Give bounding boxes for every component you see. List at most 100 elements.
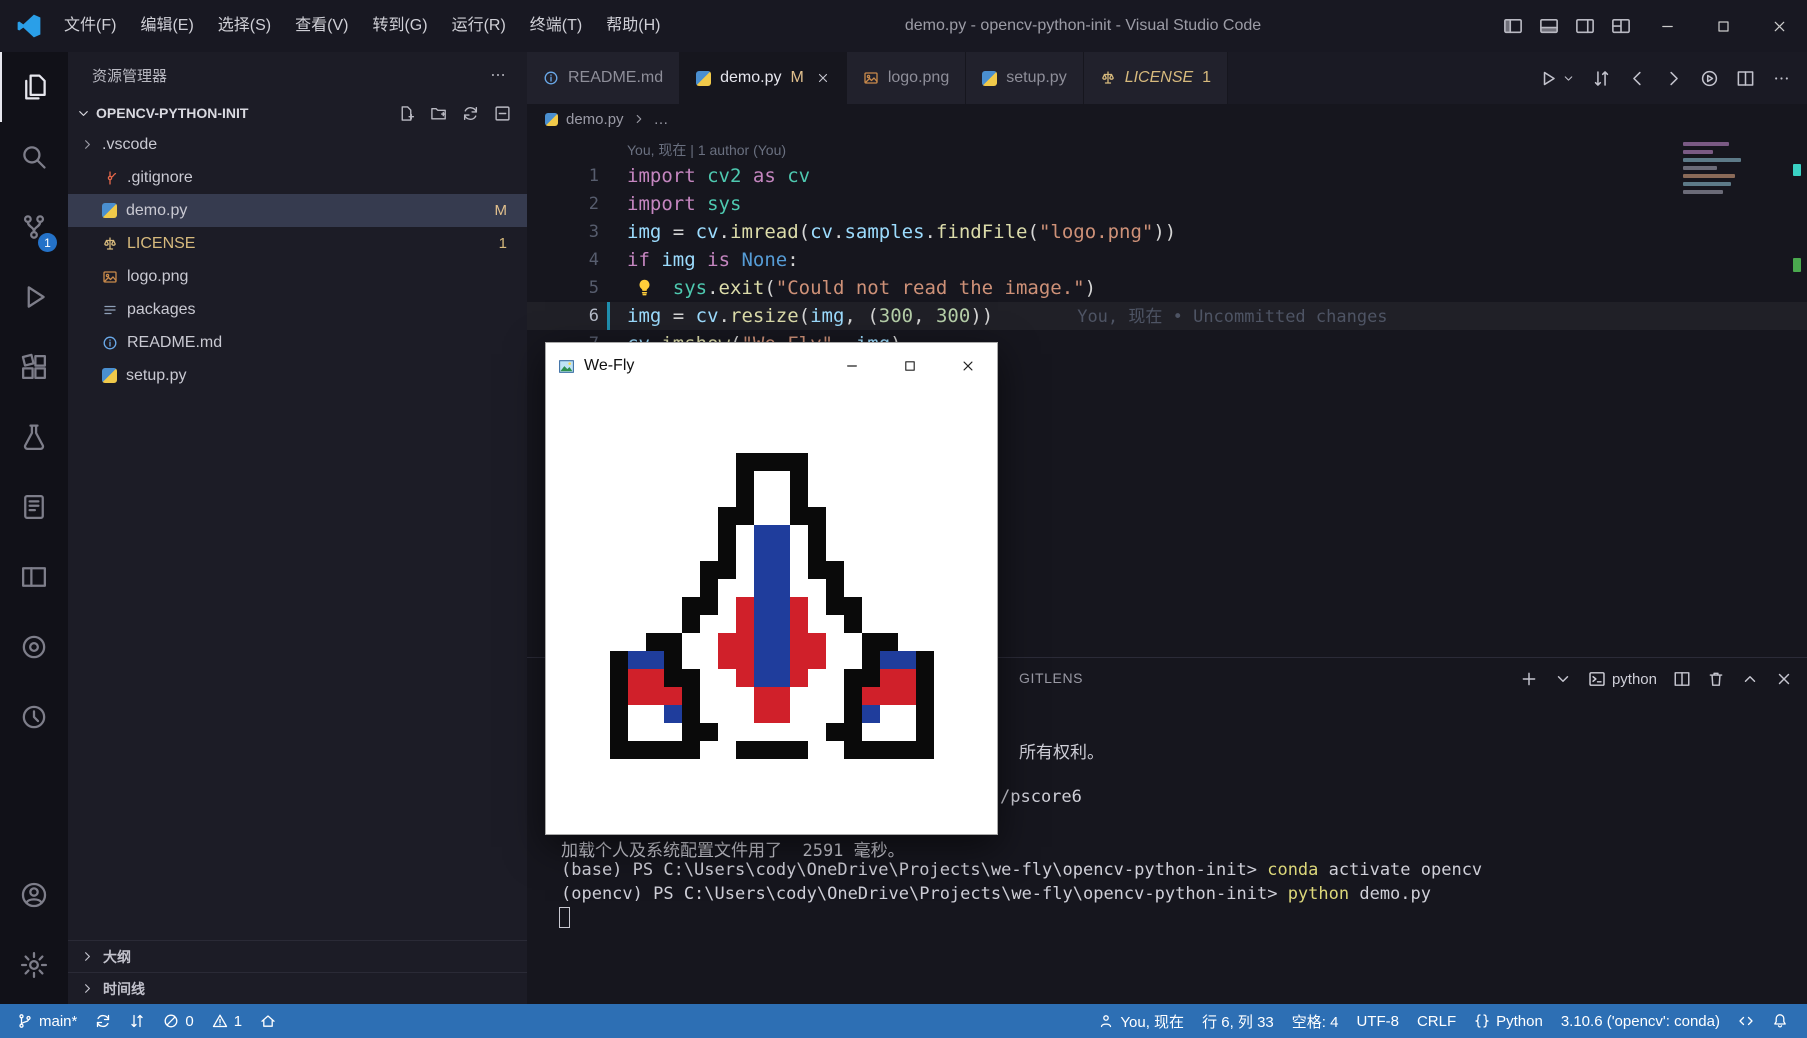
code-line-4[interactable]: 4if img is None:: [527, 246, 1807, 274]
menu-item[interactable]: 终端(T): [518, 0, 594, 52]
maximize-button[interactable]: [1695, 0, 1751, 52]
code-text: sys.exit("Could not read the image."): [627, 274, 1096, 302]
tree-item-packages[interactable]: packages: [68, 293, 527, 326]
minimize-button[interactable]: [1639, 0, 1695, 52]
tab-readme[interactable]: README.md: [527, 52, 680, 104]
gitlens-codelens[interactable]: You, 现在 | 1 author (You): [627, 138, 1807, 162]
remote-indicator[interactable]: [1729, 1004, 1763, 1038]
search-activity-icon[interactable]: [0, 122, 68, 192]
close-panel-icon[interactable]: [1775, 670, 1793, 688]
opencv-window[interactable]: We-Fly: [545, 342, 998, 835]
run-debug-activity-icon[interactable]: [0, 262, 68, 332]
close-button[interactable]: [1751, 0, 1807, 52]
notifications-bell[interactable]: [1763, 1004, 1797, 1038]
maximize-panel-icon[interactable]: [1741, 670, 1759, 688]
tree-item-setup-py[interactable]: setup.py: [68, 359, 527, 392]
minimap[interactable]: [1677, 138, 1749, 198]
python-interpreter[interactable]: 3.10.6 ('opencv': conda): [1552, 1004, 1729, 1038]
problems-errors[interactable]: 0: [154, 1004, 202, 1038]
account-icon[interactable]: [0, 860, 68, 930]
terminal-instance[interactable]: python: [1588, 670, 1657, 688]
breadcrumb[interactable]: demo.py …: [527, 104, 1807, 134]
run-dropdown-icon[interactable]: [1574, 72, 1575, 85]
code-line-3[interactable]: 3img = cv.imread(cv.samples.findFile("lo…: [527, 218, 1807, 246]
tree-item-vscode[interactable]: .vscode: [68, 128, 527, 161]
menu-item[interactable]: 转到(G): [360, 0, 439, 52]
tab-setup-py[interactable]: setup.py: [966, 52, 1083, 104]
sync-changes[interactable]: [86, 1004, 120, 1038]
popup-maximize-button[interactable]: [881, 343, 939, 389]
extensions-activity-icon[interactable]: [0, 332, 68, 402]
cursor-position[interactable]: 行 6, 列 33: [1193, 1004, 1283, 1038]
tree-item-gitignore[interactable]: .gitignore: [68, 161, 527, 194]
previous-change-icon[interactable]: [1628, 69, 1647, 88]
notebook-activity-icon[interactable]: [0, 472, 68, 542]
tab-gitlens[interactable]: GITLENS: [1019, 670, 1083, 686]
menu-item[interactable]: 文件(F): [52, 0, 128, 52]
menu-item[interactable]: 查看(V): [283, 0, 360, 52]
code-line-5[interactable]: 5 sys.exit("Could not read the image."): [527, 274, 1807, 302]
encoding[interactable]: UTF-8: [1347, 1004, 1408, 1038]
source-control-activity-icon[interactable]: 1: [0, 192, 68, 262]
tree-item-readme[interactable]: README.md: [68, 326, 527, 359]
run-or-debug-icon[interactable]: [1700, 69, 1719, 88]
terminal-dropdown-icon[interactable]: [1554, 670, 1572, 688]
popup-close-button[interactable]: [939, 343, 997, 389]
explorer-activity-icon[interactable]: [0, 52, 68, 122]
tree-item-logo-png[interactable]: logo.png: [68, 260, 527, 293]
open-changes-icon[interactable]: [1592, 69, 1611, 88]
problems-warnings[interactable]: 1: [203, 1004, 251, 1038]
more-actions-icon[interactable]: [489, 66, 507, 84]
project-section-header[interactable]: OPENCV-PYTHON-INIT: [68, 98, 527, 128]
collapse-all-icon[interactable]: [494, 105, 511, 122]
menu-item[interactable]: 选择(S): [206, 0, 283, 52]
toggle-secondary-sidebar-icon[interactable]: [1567, 8, 1603, 44]
code-line-2[interactable]: 2import sys: [527, 190, 1807, 218]
settings-icon[interactable]: [0, 930, 68, 1000]
tree-item-license[interactable]: LICENSE1: [68, 227, 527, 260]
run-file-icon[interactable]: [1538, 69, 1557, 88]
toggle-sidebar-icon[interactable]: [1495, 8, 1531, 44]
kill-terminal-icon[interactable]: [1707, 670, 1725, 688]
outline-section[interactable]: 大纲: [68, 940, 527, 972]
split-terminal-icon[interactable]: [1673, 670, 1691, 688]
history-activity-icon[interactable]: [0, 682, 68, 752]
language-mode[interactable]: Python: [1465, 1004, 1552, 1038]
breadcrumb-file[interactable]: demo.py: [566, 111, 624, 128]
testing-activity-icon[interactable]: [0, 402, 68, 472]
references-activity-icon[interactable]: [0, 542, 68, 612]
menu-item[interactable]: 编辑(E): [128, 0, 205, 52]
more-actions-icon[interactable]: [1772, 69, 1791, 88]
menu-item[interactable]: 帮助(H): [594, 0, 672, 52]
split-editor-icon[interactable]: [1736, 69, 1755, 88]
new-terminal-icon[interactable]: [1520, 670, 1538, 688]
breadcrumb-more[interactable]: …: [654, 111, 669, 128]
menu-item[interactable]: 运行(R): [440, 0, 518, 52]
terminal-icon: [1588, 670, 1606, 688]
code-line-6[interactable]: 6img = cv.resize(img, (300, 300))You, 现在…: [527, 302, 1807, 330]
popup-titlebar[interactable]: We-Fly: [546, 343, 997, 389]
tab-logo-png[interactable]: logo.png: [847, 52, 966, 104]
timeline-section[interactable]: 时间线: [68, 972, 527, 1004]
popup-minimize-button[interactable]: [823, 343, 881, 389]
tab-demo-py[interactable]: demo.pyM: [680, 52, 847, 104]
eol[interactable]: CRLF: [1408, 1004, 1465, 1038]
home[interactable]: [251, 1004, 285, 1038]
new-folder-icon[interactable]: [430, 105, 447, 122]
gitlens-compare[interactable]: [120, 1004, 154, 1038]
tab-license[interactable]: LICENSE1: [1084, 52, 1228, 104]
gitlens-blame-status[interactable]: You, 现在: [1089, 1004, 1193, 1038]
refresh-icon[interactable]: [462, 105, 479, 122]
close-tab-icon[interactable]: [816, 71, 830, 85]
tree-item-demo-py[interactable]: demo.pyM: [68, 194, 527, 227]
jupyter-activity-icon[interactable]: [0, 612, 68, 682]
lightbulb-icon[interactable]: [635, 278, 654, 297]
new-file-icon[interactable]: [398, 105, 415, 122]
git-branch[interactable]: main*: [8, 1004, 86, 1038]
customize-layout-icon[interactable]: [1603, 8, 1639, 44]
next-change-icon[interactable]: [1664, 69, 1683, 88]
code-text: import sys: [627, 190, 741, 218]
code-line-1[interactable]: 1import cv2 as cv: [527, 162, 1807, 190]
toggle-panel-icon[interactable]: [1531, 8, 1567, 44]
indentation[interactable]: 空格: 4: [1283, 1004, 1348, 1038]
